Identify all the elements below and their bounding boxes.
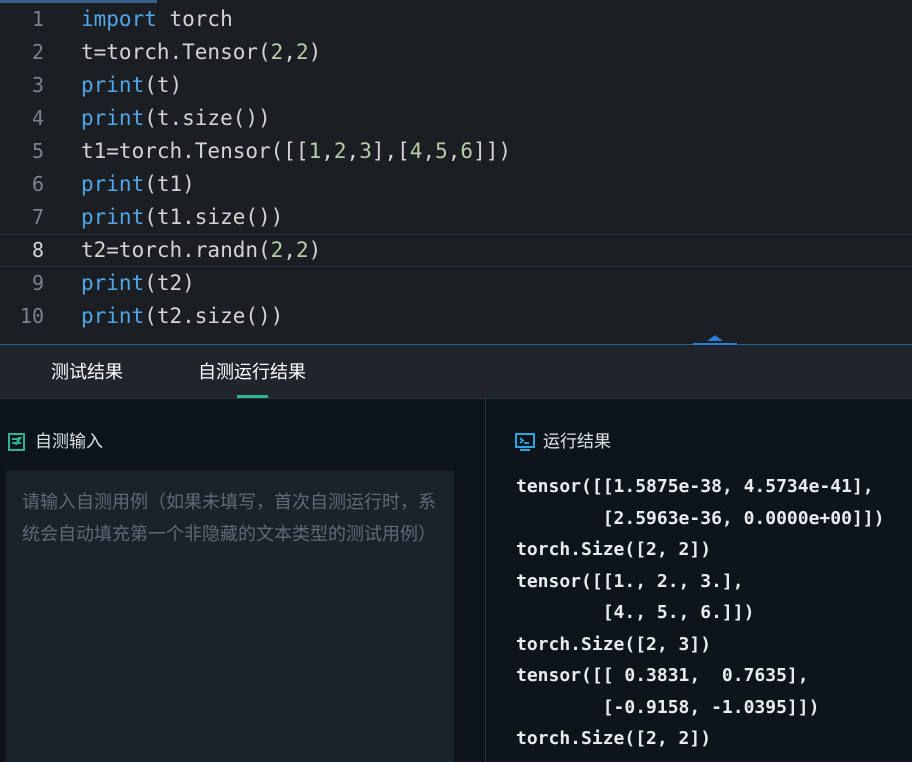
- run-result-title: 运行结果: [543, 432, 611, 452]
- code-token: (t1): [144, 172, 195, 196]
- line-number: 1: [31, 7, 44, 31]
- code-token: torch: [156, 7, 233, 31]
- line-number: 3: [31, 73, 44, 97]
- line-number: 2: [31, 40, 44, 64]
- line-code[interactable]: print(t1): [81, 168, 195, 201]
- code-token: 1: [308, 139, 322, 163]
- line-code[interactable]: print(t2.size()): [81, 300, 283, 333]
- tab-test-results[interactable]: 测试结果: [51, 345, 123, 398]
- code-line[interactable]: 5 t1=torch.Tensor([[1,2,3],[4,5,6]]): [0, 135, 912, 168]
- code-token: print: [81, 106, 145, 130]
- code-token: 3: [359, 139, 372, 163]
- line-code[interactable]: print(t1.size()): [81, 201, 283, 234]
- line-number: 10: [19, 304, 44, 328]
- line-number: 6: [31, 172, 44, 196]
- edit-doc-icon: [7, 432, 27, 452]
- code-token: print: [81, 172, 145, 196]
- code-token: 2: [333, 139, 347, 163]
- line-code[interactable]: t=torch.Tensor(2,2): [81, 36, 321, 69]
- code-line[interactable]: 4 print(t.size()): [0, 102, 912, 135]
- self-test-input-header: 自测输入: [7, 431, 103, 453]
- line-number: 8: [31, 238, 44, 262]
- code-token: ,: [346, 139, 360, 163]
- code-line[interactable]: 3 print(t): [0, 69, 912, 102]
- code-token: 4: [409, 139, 423, 163]
- code-line[interactable]: 1 import torch: [0, 3, 912, 36]
- code-token: (t2.size()): [144, 304, 284, 328]
- code-token: (t.size()): [144, 106, 271, 130]
- self-test-input-panel: 自测输入: [0, 399, 485, 762]
- active-tab-indicator: [237, 395, 268, 398]
- code-token: t1=torch.Tensor([[: [81, 139, 309, 163]
- tab-self-test-run-results[interactable]: 自测运行结果: [198, 345, 306, 398]
- code-line[interactable]: 10 print(t2.size()): [0, 300, 912, 333]
- code-token: (t): [144, 73, 183, 97]
- code-token: (t2): [144, 271, 195, 295]
- line-code[interactable]: t1=torch.Tensor([[1,2,3],[4,5,6]]): [81, 135, 511, 168]
- run-result-output: tensor([[1.5875e-38, 4.5734e-41], [2.596…: [516, 476, 885, 749]
- code-token: print: [81, 73, 145, 97]
- code-token: ): [308, 238, 322, 262]
- code-line[interactable]: 2 t=torch.Tensor(2,2): [0, 36, 912, 69]
- run-result-panel: 运行结果 tensor([[1.5875e-38, 4.5734e-41], […: [486, 399, 912, 762]
- line-number: 5: [31, 139, 44, 163]
- code-token: print: [81, 304, 145, 328]
- code-token: import: [81, 7, 157, 31]
- code-line[interactable]: 7 print(t1.size()): [0, 201, 912, 234]
- code-token: 6: [460, 139, 474, 163]
- line-code[interactable]: print(t2): [81, 267, 195, 300]
- code-token: ,: [283, 238, 296, 262]
- code-token: print: [81, 205, 145, 229]
- code-token: print: [81, 271, 145, 295]
- code-token: ,: [447, 139, 461, 163]
- code-token: 5: [435, 139, 448, 163]
- code-token: ],[: [371, 139, 410, 163]
- code-token: 2: [295, 40, 309, 64]
- line-number: 4: [31, 106, 44, 130]
- code-token: ): [308, 40, 322, 64]
- code-token: 2: [270, 238, 284, 262]
- code-editor[interactable]: 1 import torch 2 t=torch.Tensor(2,2) 3 print(…: [0, 0, 912, 344]
- code-token: ]]): [473, 139, 512, 163]
- self-test-input-field[interactable]: [6, 471, 454, 762]
- code-token: ,: [321, 139, 334, 163]
- line-number: 9: [31, 271, 44, 295]
- self-test-input-title: 自测输入: [35, 432, 103, 452]
- code-token: t=torch.Tensor(: [81, 40, 271, 64]
- code-line[interactable]: 8 t2=torch.randn(2,2): [0, 234, 912, 267]
- code-line[interactable]: 6 print(t1): [0, 168, 912, 201]
- line-code[interactable]: import torch: [81, 3, 233, 36]
- code-line[interactable]: 9 print(t2): [0, 267, 912, 300]
- run-result-header: 运行结果: [515, 431, 611, 453]
- line-code[interactable]: print(t): [81, 69, 182, 102]
- code-token: 2: [295, 238, 309, 262]
- code-token: (t1.size()): [144, 205, 284, 229]
- line-number: 7: [31, 205, 44, 229]
- code-token: t2=torch.randn(: [81, 238, 271, 262]
- line-code[interactable]: print(t.size()): [81, 102, 271, 135]
- result-tabs: 测试结果 自测运行结果: [0, 345, 912, 399]
- code-token: ,: [283, 40, 296, 64]
- terminal-monitor-icon: [515, 432, 535, 452]
- code-token: 2: [270, 40, 284, 64]
- line-code[interactable]: t2=torch.randn(2,2): [81, 234, 321, 267]
- code-token: ,: [422, 139, 436, 163]
